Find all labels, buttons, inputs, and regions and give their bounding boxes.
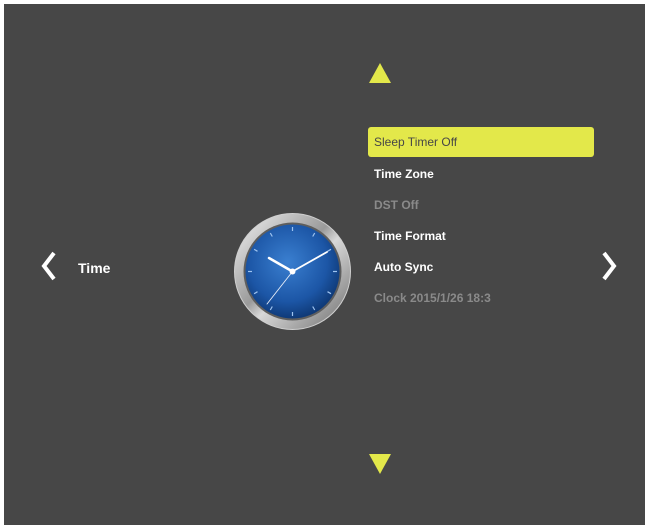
menu-item-auto-sync[interactable]: Auto Sync	[368, 252, 594, 283]
arrow-up-icon[interactable]	[369, 63, 391, 83]
tv-settings-screen: Time Sleep Timer Off Time Zone DST Off T…	[4, 4, 645, 525]
settings-menu: Sleep Timer Off Time Zone DST Off Time F…	[368, 127, 594, 314]
chevron-right-icon[interactable]	[598, 246, 620, 286]
menu-item-time-format[interactable]: Time Format	[368, 221, 594, 252]
menu-item-label: Time Format	[374, 229, 446, 243]
clock-icon	[233, 212, 352, 331]
arrow-down-icon[interactable]	[369, 454, 391, 474]
menu-item-sleep-timer[interactable]: Sleep Timer Off	[368, 127, 594, 157]
menu-item-label: DST Off	[374, 198, 419, 212]
menu-item-label: Sleep Timer Off	[374, 135, 458, 149]
menu-item-label: Auto Sync	[374, 260, 434, 274]
menu-item-dst: DST Off	[368, 190, 594, 221]
menu-item-label: Time Zone	[374, 167, 434, 181]
menu-item-label: Clock 2015/1/26 18:3	[374, 291, 491, 305]
chevron-left-icon[interactable]	[38, 246, 60, 286]
menu-item-time-zone[interactable]: Time Zone	[368, 159, 594, 190]
menu-item-clock: Clock 2015/1/26 18:3	[368, 283, 594, 314]
category-title: Time	[78, 260, 111, 276]
